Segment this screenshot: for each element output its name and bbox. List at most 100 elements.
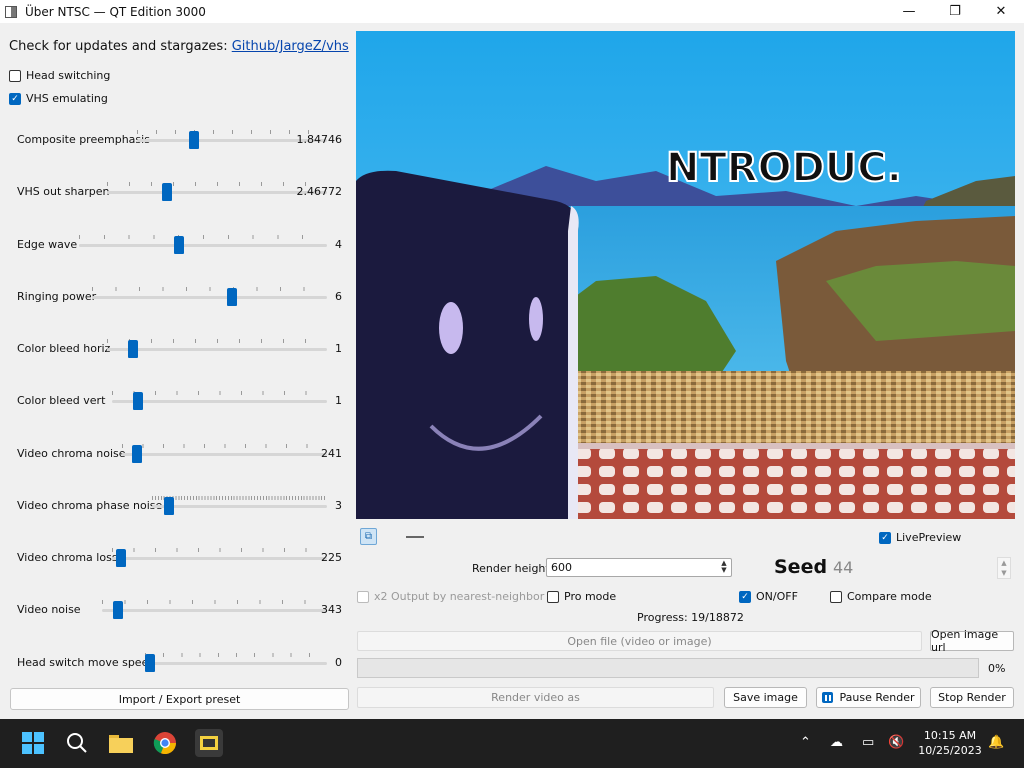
seed-spinner-icon[interactable]: ▲ ▼ — [997, 557, 1011, 579]
github-link[interactable]: Github/JargeZ/vhs — [232, 39, 349, 54]
slider-row: Video chroma loss 225 — [17, 548, 342, 568]
notification-bell-icon[interactable]: 🔔 — [988, 735, 1004, 750]
volume-muted-icon[interactable]: 🔇 — [888, 735, 904, 750]
progress-text: Progress: 19/18872 — [637, 611, 744, 624]
slider-label: Video chroma loss — [17, 551, 118, 564]
slider-track[interactable] — [107, 348, 327, 351]
minus-icon[interactable] — [406, 536, 424, 538]
slider-track[interactable] — [112, 557, 327, 560]
checkbox-box[interactable] — [9, 69, 21, 82]
compare-mode-checkbox[interactable]: Compare mode — [830, 590, 932, 603]
updates-text: Check for updates and stargazes: — [9, 39, 232, 54]
live-preview-label: LivePreview — [896, 531, 962, 544]
minimize-button[interactable]: — — [886, 0, 932, 23]
uber-ntsc-taskbar-icon[interactable] — [195, 729, 223, 757]
slider-value: 1.84746 — [296, 133, 343, 146]
slider-track[interactable] — [145, 662, 327, 665]
slider-ticks — [152, 496, 327, 500]
render-video-as-button[interactable]: Render video as — [357, 687, 714, 708]
slider-row: Composite preemphasis 1.84746 — [17, 130, 342, 150]
windows-start-icon[interactable] — [19, 729, 47, 757]
spinner-arrows-icon[interactable]: ▲ ▼ — [719, 560, 729, 575]
slider-label: Ringing power — [17, 290, 97, 303]
slider-track[interactable] — [102, 609, 327, 612]
slider-handle[interactable] — [128, 340, 138, 358]
slider-handle[interactable] — [116, 549, 127, 567]
head-switching-label: Head switching — [26, 69, 111, 82]
pause-render-button[interactable]: Pause Render — [816, 687, 921, 708]
slider-ticks — [79, 235, 327, 239]
slider-value: 1 — [335, 342, 342, 355]
stop-render-button[interactable]: Stop Render — [930, 687, 1014, 708]
slider-value: 2.46772 — [296, 185, 343, 198]
checkmark-icon[interactable]: ✓ — [9, 92, 21, 105]
save-image-button[interactable]: Save image — [724, 687, 807, 708]
vhs-emulating-checkbox[interactable]: ✓ VHS emulating — [9, 92, 108, 105]
slider-handle[interactable] — [227, 288, 237, 306]
on-off-label: ON/OFF — [756, 590, 798, 603]
checkbox-box[interactable] — [830, 590, 842, 603]
slider-handle[interactable] — [174, 236, 185, 254]
slider-value: 4 — [335, 238, 342, 251]
slider-handle[interactable] — [189, 131, 200, 149]
on-off-checkbox[interactable]: ✓ ON/OFF — [739, 590, 798, 603]
cloud-icon[interactable]: ☁ — [830, 735, 843, 750]
slider-handle[interactable] — [163, 497, 174, 515]
x2-output-checkbox[interactable]: x2 Output by nearest-neighbor — [357, 590, 544, 603]
slider-track[interactable] — [107, 191, 327, 194]
checkmark-icon[interactable]: ✓ — [739, 590, 751, 603]
slider-track[interactable] — [152, 505, 327, 508]
video-preview[interactable]: NTRODUC. — [356, 31, 1015, 519]
file-explorer-icon[interactable] — [107, 729, 135, 757]
slider-value: 0 — [335, 656, 342, 669]
chevron-up-icon[interactable]: ⌃ — [800, 735, 811, 750]
slider-row: Color bleed vert 1 — [17, 391, 342, 411]
slider-label: Color bleed horiz — [17, 342, 111, 355]
pro-mode-label: Pro mode — [564, 590, 617, 603]
open-image-url-button[interactable]: Open image url — [930, 628, 1014, 654]
checkbox-box[interactable] — [547, 590, 559, 603]
slider-track[interactable] — [79, 244, 327, 247]
slider-handle[interactable] — [131, 445, 142, 463]
slider-handle[interactable] — [132, 392, 143, 410]
clock-time: 10:15 AM — [923, 729, 977, 742]
preview-tool-icon[interactable]: ⧉ — [360, 528, 377, 545]
settings-panel: Check for updates and stargazes: Github/… — [0, 23, 356, 719]
slider-handle[interactable] — [161, 183, 172, 201]
slider-track[interactable] — [92, 296, 327, 299]
chrome-icon[interactable] — [151, 729, 179, 757]
slider-label: Color bleed vert — [17, 394, 106, 407]
slider-ticks — [112, 391, 327, 395]
slider-ticks — [107, 182, 327, 186]
slider-value: 3 — [335, 499, 342, 512]
seed-value[interactable]: 44 — [833, 558, 853, 577]
maximize-button[interactable]: ❐ — [932, 0, 978, 23]
slider-label: Composite preemphasis — [17, 133, 150, 146]
slider-ticks — [145, 653, 327, 657]
network-icon[interactable]: ▭ — [862, 735, 874, 750]
render-height-input[interactable]: 600 ▲ ▼ — [546, 558, 732, 577]
head-switching-checkbox[interactable]: Head switching — [9, 69, 110, 82]
search-icon[interactable] — [63, 729, 91, 757]
slider-label: Video chroma noise — [17, 447, 126, 460]
app-icon — [5, 5, 17, 18]
slider-value: 1 — [335, 394, 342, 407]
title-bar: Über NTSC — QT Edition 3000 — ❐ ✕ — [0, 0, 1024, 23]
slider-handle[interactable] — [145, 654, 155, 672]
checkbox-box[interactable] — [357, 590, 369, 603]
slider-row: Video chroma phase noise 3 — [17, 496, 342, 516]
slider-ticks — [107, 339, 327, 343]
taskbar-clock[interactable]: 10:15 AM 10/25/2023 — [916, 728, 984, 758]
import-export-preset-button[interactable]: Import / Export preset — [10, 688, 349, 710]
pro-mode-checkbox[interactable]: Pro mode — [547, 590, 616, 603]
slider-row: Edge wave 4 — [17, 235, 342, 255]
checkmark-icon[interactable]: ✓ — [879, 531, 891, 544]
vhs-emulating-label: VHS emulating — [26, 92, 108, 105]
slider-track[interactable] — [122, 453, 327, 456]
slider-track[interactable] — [112, 400, 327, 403]
close-button[interactable]: ✕ — [978, 0, 1024, 23]
slider-handle[interactable] — [112, 601, 123, 619]
preview-frame: NTRODUC. — [356, 31, 1015, 519]
open-file-button[interactable]: Open file (video or image) — [357, 631, 922, 651]
live-preview-checkbox[interactable]: ✓ LivePreview — [879, 531, 961, 544]
